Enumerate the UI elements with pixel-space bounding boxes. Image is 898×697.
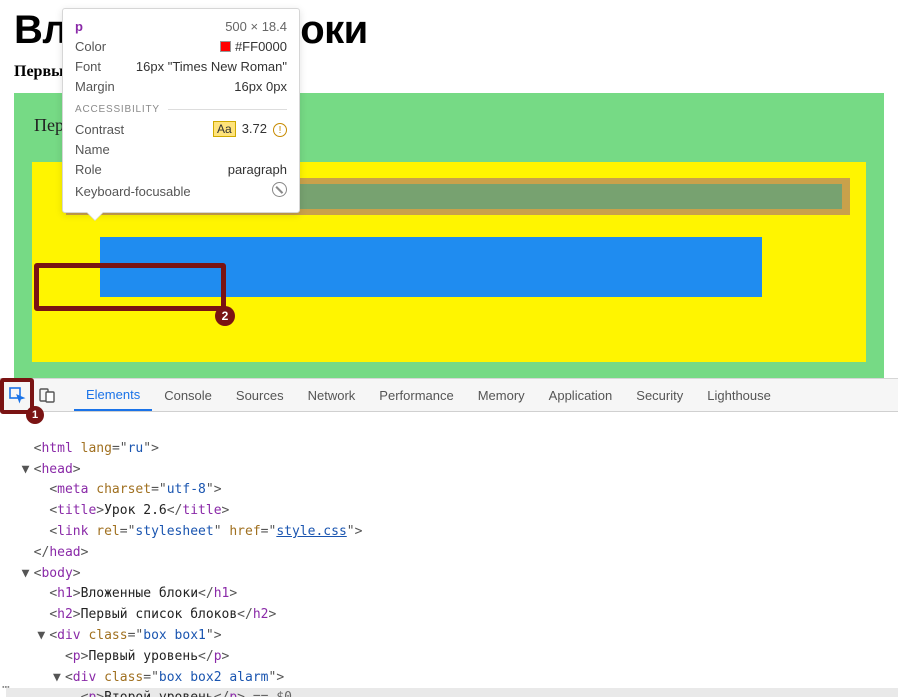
- color-swatch-icon: [220, 41, 231, 52]
- inspect-element-button[interactable]: [4, 382, 30, 408]
- dom-line[interactable]: <p>Первый уровень</p>: [6, 647, 898, 668]
- tab-application[interactable]: Application: [537, 379, 625, 411]
- elements-dom-tree[interactable]: <html lang="ru"> ▼<head> <meta charset="…: [0, 412, 898, 697]
- tab-lighthouse[interactable]: Lighthouse: [695, 379, 783, 411]
- element-info-tooltip: p 500 × 18.4 Color #FF0000 Font 16px "Ti…: [62, 8, 300, 213]
- dom-line[interactable]: <h2>Первый список блоков</h2>: [6, 605, 898, 626]
- tooltip-accessibility-header: ACCESSIBILITY: [75, 104, 287, 115]
- tooltip-kbd-value: [272, 182, 287, 200]
- tooltip-role-value: paragraph: [228, 162, 287, 177]
- tab-security[interactable]: Security: [624, 379, 695, 411]
- dom-line[interactable]: <p>Второй уровень</p> == $0: [6, 688, 898, 697]
- tooltip-margin-label: Margin: [75, 79, 115, 94]
- tab-sources[interactable]: Sources: [224, 379, 296, 411]
- annotation-badge-2: 2: [215, 306, 235, 326]
- tooltip-tail-icon: [87, 212, 103, 220]
- tooltip-margin-value: 16px 0px: [234, 79, 287, 94]
- tab-memory[interactable]: Memory: [466, 379, 537, 411]
- annotation-ring-2: [34, 263, 226, 311]
- dom-line[interactable]: <title>Урок 2.6</title>: [6, 501, 898, 522]
- tooltip-tagname: p: [75, 19, 83, 34]
- device-toolbar-button[interactable]: [34, 382, 60, 408]
- tooltip-font-label: Font: [75, 59, 101, 74]
- not-focusable-icon: [272, 182, 287, 197]
- tab-console[interactable]: Console: [152, 379, 224, 411]
- dom-line[interactable]: [6, 418, 898, 439]
- tooltip-kbd-label: Keyboard-focusable: [75, 184, 191, 199]
- tooltip-name-label: Name: [75, 142, 110, 157]
- devtools-toolbar: 1 ElementsConsoleSourcesNetworkPerforman…: [0, 378, 898, 412]
- rendered-page: Вложенные блоки Первый список блоков Пер…: [0, 0, 898, 378]
- tooltip-font-value: 16px "Times New Roman": [136, 59, 287, 74]
- dom-line[interactable]: ▼<head>: [6, 460, 898, 481]
- warning-icon: !: [273, 123, 287, 137]
- tab-elements[interactable]: Elements: [74, 379, 152, 411]
- contrast-aa-icon: Aa: [213, 121, 236, 137]
- annotation-badge-1: 1: [26, 406, 44, 424]
- tab-performance[interactable]: Performance: [367, 379, 465, 411]
- overflow-dots-icon: ⋯: [2, 680, 10, 695]
- dom-line[interactable]: ▼<div class="box box1">: [6, 626, 898, 647]
- tooltip-contrast-label: Contrast: [75, 122, 124, 137]
- tooltip-role-label: Role: [75, 162, 102, 177]
- tab-network[interactable]: Network: [296, 379, 368, 411]
- dom-line[interactable]: </head>: [6, 543, 898, 564]
- dom-line[interactable]: <html lang="ru">: [6, 439, 898, 460]
- dom-line[interactable]: ▼<body>: [6, 564, 898, 585]
- tooltip-color-value: #FF0000: [220, 39, 287, 54]
- tooltip-dimensions: 500 × 18.4: [225, 19, 287, 34]
- dom-line[interactable]: <h1>Вложенные блоки</h1>: [6, 584, 898, 605]
- tooltip-color-label: Color: [75, 39, 106, 54]
- dom-line[interactable]: ▼<div class="box box2 alarm">: [6, 668, 898, 689]
- tooltip-contrast-value: Aa3.72!: [213, 121, 287, 137]
- dom-line[interactable]: <meta charset="utf-8">: [6, 480, 898, 501]
- dom-line[interactable]: <link rel="stylesheet" href="style.css">: [6, 522, 898, 543]
- devtools-tabs: ElementsConsoleSourcesNetworkPerformance…: [74, 379, 783, 411]
